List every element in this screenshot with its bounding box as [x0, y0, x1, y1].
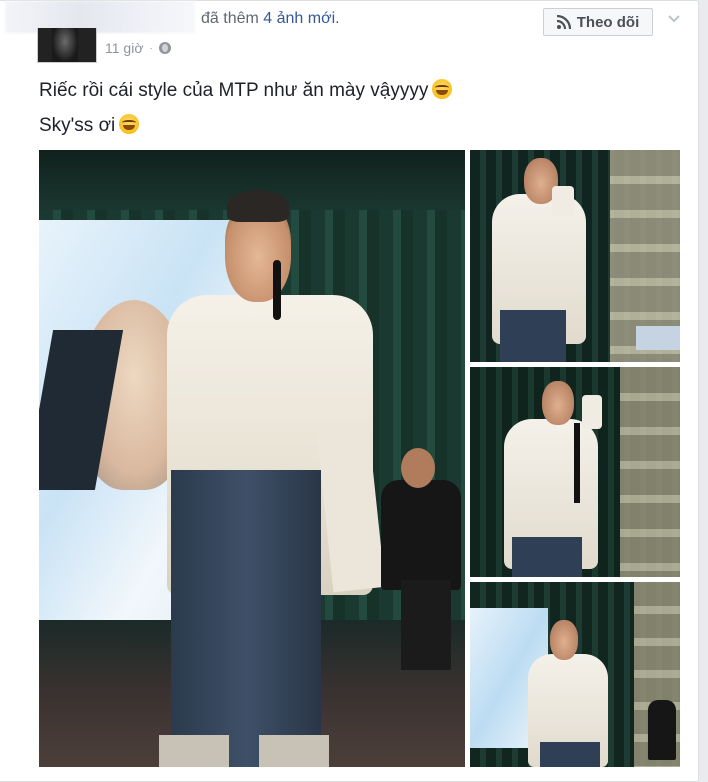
laughing-emoji-icon: [432, 79, 453, 99]
avatar[interactable]: [37, 28, 97, 63]
blurred-author-name: [5, 1, 195, 33]
post-photo-3[interactable]: [470, 367, 680, 577]
post-text-line-1-content: Riếc rồi cái style của MTP như ăn mày vậ…: [39, 80, 429, 101]
post-photo-2[interactable]: [470, 150, 680, 362]
post-text-line-2: Sky'ss ơi: [39, 114, 140, 137]
post-card: đã thêm 4 ảnh mới. 11 giờ · Theo dõi Riế…: [0, 0, 699, 782]
chevron-down-icon[interactable]: [666, 11, 682, 27]
follow-button[interactable]: Theo dõi: [543, 8, 653, 36]
header-action-text: đã thêm: [201, 10, 259, 27]
timestamp[interactable]: 11 giờ: [105, 40, 144, 56]
follow-button-label: Theo dõi: [576, 13, 640, 31]
new-photos-link[interactable]: 4 ảnh mới.: [263, 10, 339, 27]
globe-icon[interactable]: [158, 42, 171, 54]
post-text-line-1: Riếc rồi cái style của MTP như ăn mày vậ…: [39, 79, 453, 102]
rss-icon: [556, 14, 571, 30]
post-header-line: đã thêm 4 ảnh mới.: [201, 10, 340, 28]
post-photo-4[interactable]: [470, 582, 680, 767]
post-meta: 11 giờ ·: [105, 40, 171, 56]
laughing-emoji-icon: [119, 114, 140, 134]
post-text-line-2-content: Sky'ss ơi: [39, 115, 116, 136]
meta-separator: ·: [149, 42, 153, 54]
post-photo-main[interactable]: [39, 150, 465, 767]
